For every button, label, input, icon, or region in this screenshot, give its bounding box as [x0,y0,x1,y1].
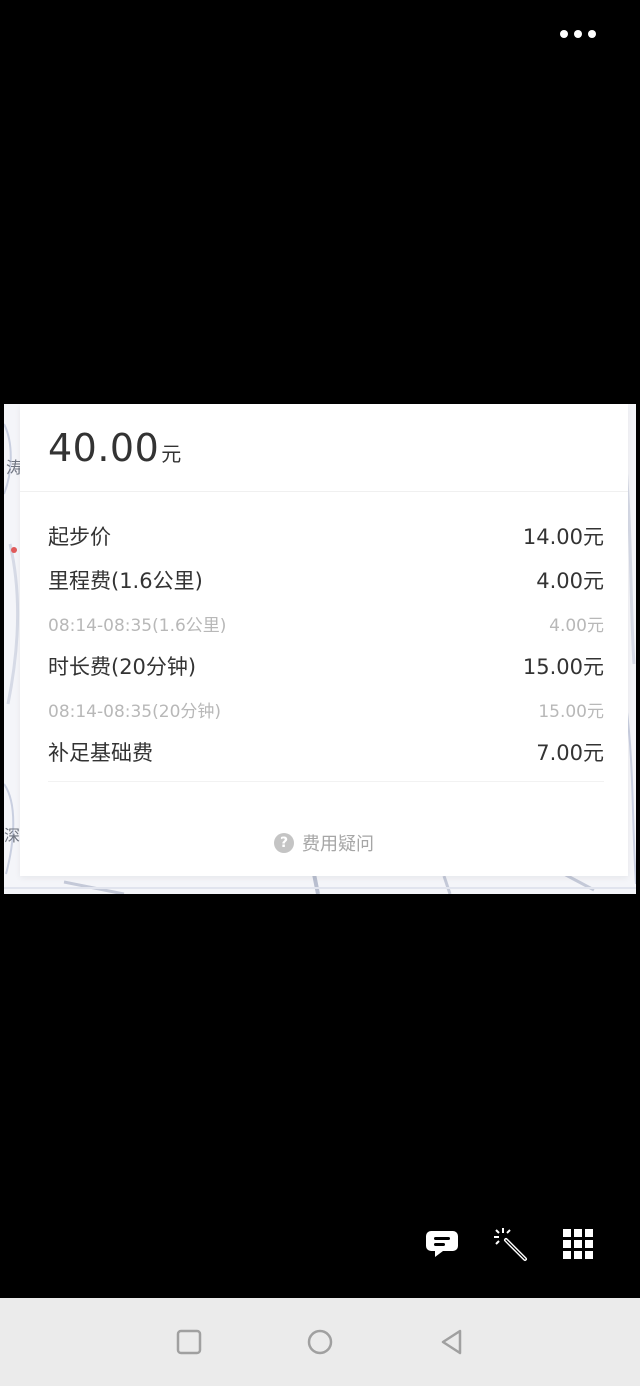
fare-subrow-duration: 08:14-08:35(20分钟) 15.00元 [48,688,604,730]
home-button[interactable] [306,1328,334,1356]
fare-row-label: 里程费(1.6公里) [48,569,203,593]
fare-row-value: 15.00元 [522,655,604,679]
fare-detail-card: 40.00 元 起步价 14.00元 里程费(1.6公里) 4.00元 08:14… [20,404,628,876]
fare-breakdown-list: 起步价 14.00元 里程费(1.6公里) 4.00元 08:14-08:35(… [48,514,604,774]
fare-subrow-label: 08:14-08:35(1.6公里) [48,615,227,636]
home-circle-icon [307,1329,333,1355]
fare-subrow-value: 15.00元 [538,701,604,722]
more-options-button[interactable] [560,26,596,42]
fare-subrow-value: 4.00元 [549,615,604,636]
fare-row-base: 起步价 14.00元 [48,514,604,558]
fare-row-base-topup: 补足基础费 7.00元 [48,730,604,774]
total-unit: 元 [161,442,182,466]
fare-question-link[interactable]: ? 费用疑问 [20,830,628,856]
magic-wand-button[interactable] [490,1224,530,1264]
fare-subrow-distance: 08:14-08:35(1.6公里) 4.00元 [48,602,604,644]
fare-row-duration: 时长费(20分钟) 15.00元 [48,644,604,688]
screen: 涛 深 40.00 元 起步价 14.00元 里程费(1.6公里) 4.00元 0… [0,0,640,1386]
more-dot [560,30,568,38]
back-triangle-icon [441,1329,462,1355]
fare-row-distance: 里程费(1.6公里) 4.00元 [48,558,604,602]
total-amount: 40.00 [48,426,160,470]
divider [48,781,604,782]
recents-square-icon [176,1329,202,1355]
screenshot-image: 涛 深 40.00 元 起步价 14.00元 里程费(1.6公里) 4.00元 0… [4,404,636,894]
system-navigation-bar [0,1298,640,1386]
magic-wand-icon [494,1228,527,1261]
fare-row-label: 起步价 [48,525,111,549]
chat-button[interactable] [422,1224,462,1264]
question-circle-icon: ? [274,833,294,853]
back-button[interactable] [438,1328,466,1356]
more-dot [574,30,582,38]
fare-row-label: 时长费(20分钟) [48,655,197,679]
fare-row-label: 补足基础费 [48,741,153,765]
fare-row-value: 14.00元 [522,525,604,549]
recents-button[interactable] [175,1328,203,1356]
grid-menu-button[interactable] [558,1224,598,1264]
fare-subrow-label: 08:14-08:35(20分钟) [48,701,222,722]
grid-icon [563,1229,593,1259]
fare-total-header: 40.00 元 [20,404,628,492]
more-dot [588,30,596,38]
fare-question-label: 费用疑问 [302,834,374,855]
map-label: 深 [4,826,21,845]
chat-bubble-icon [426,1231,458,1257]
fare-row-value: 7.00元 [536,741,604,765]
fare-row-value: 4.00元 [536,569,604,593]
